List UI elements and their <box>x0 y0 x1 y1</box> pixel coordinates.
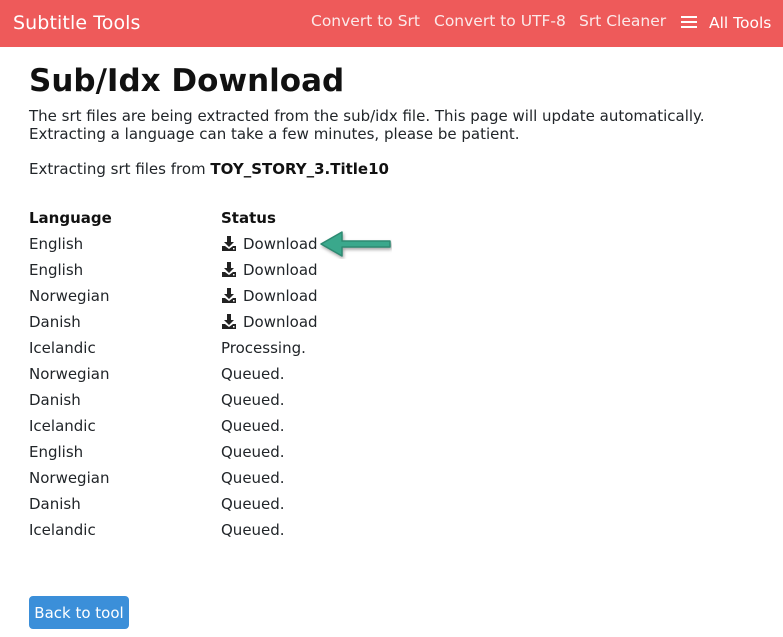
header-status: Status <box>221 209 276 227</box>
row-status: Queued. <box>221 365 285 383</box>
extracting-prefix: Extracting srt files from <box>29 160 211 178</box>
download-label: Download <box>243 261 318 279</box>
table-row: Danish Queued. <box>29 495 429 521</box>
hamburger-menu-icon <box>681 15 697 29</box>
row-language: Norwegian <box>29 365 110 383</box>
table-row: Icelandic Processing. <box>29 339 429 365</box>
all-tools-label: All Tools <box>709 14 772 32</box>
download-icon <box>221 314 237 334</box>
row-language: Icelandic <box>29 417 96 435</box>
download-label: Download <box>243 287 318 305</box>
row-status: Queued. <box>221 417 285 435</box>
row-language: Danish <box>29 313 81 331</box>
brand-logo-text[interactable]: Subtitle Tools <box>13 12 141 34</box>
back-to-tool-button[interactable]: Back to tool <box>29 596 129 629</box>
table-row: Danish Queued. <box>29 391 429 417</box>
row-language: Danish <box>29 495 81 513</box>
download-icon <box>221 236 237 256</box>
nav-link-srt-cleaner[interactable]: Srt Cleaner <box>579 12 666 30</box>
row-language: English <box>29 261 84 279</box>
table-row: English Download <box>29 261 429 287</box>
page-title: Sub/Idx Download <box>29 63 345 99</box>
download-label: Download <box>243 235 318 253</box>
download-label: Download <box>243 313 318 331</box>
row-language: Norwegian <box>29 287 110 305</box>
nav-link-convert-to-utf8[interactable]: Convert to UTF-8 <box>434 12 566 30</box>
row-language: Icelandic <box>29 521 96 539</box>
table-row: Norwegian Download <box>29 287 429 313</box>
table-row: Danish Download <box>29 313 429 339</box>
table-row: Norwegian Queued. <box>29 469 429 495</box>
table-row: English Queued. <box>29 443 429 469</box>
extracting-line: Extracting srt files from TOY_STORY_3.Ti… <box>29 160 389 178</box>
row-status: Queued. <box>221 443 285 461</box>
arrow-left-icon <box>320 231 391 257</box>
intro-text: The srt files are being extracted from t… <box>29 107 705 143</box>
row-language: English <box>29 443 84 461</box>
download-link[interactable]: Download <box>221 261 318 282</box>
table-row: Icelandic Queued. <box>29 521 429 547</box>
row-status: Queued. <box>221 391 285 409</box>
navbar: Subtitle Tools Convert to Srt Convert to… <box>0 0 783 47</box>
row-status: Processing. <box>221 339 306 357</box>
header-language: Language <box>29 209 112 227</box>
row-status: Queued. <box>221 521 285 539</box>
row-language: English <box>29 235 84 253</box>
download-link[interactable]: Download <box>221 235 318 256</box>
row-language: Icelandic <box>29 339 96 357</box>
download-icon <box>221 262 237 282</box>
download-link[interactable]: Download <box>221 287 318 308</box>
nav-link-convert-to-srt[interactable]: Convert to Srt <box>311 12 420 30</box>
row-language: Norwegian <box>29 469 110 487</box>
table-row: Norwegian Queued. <box>29 365 429 391</box>
row-status: Queued. <box>221 495 285 513</box>
source-filename: TOY_STORY_3.Title10 <box>210 160 389 178</box>
download-link[interactable]: Download <box>221 313 318 334</box>
download-icon <box>221 288 237 308</box>
row-language: Danish <box>29 391 81 409</box>
row-status: Queued. <box>221 469 285 487</box>
languages-table: Language Status English Download English Do… <box>29 209 429 547</box>
table-row: Icelandic Queued. <box>29 417 429 443</box>
all-tools-menu[interactable]: All Tools <box>681 14 771 32</box>
